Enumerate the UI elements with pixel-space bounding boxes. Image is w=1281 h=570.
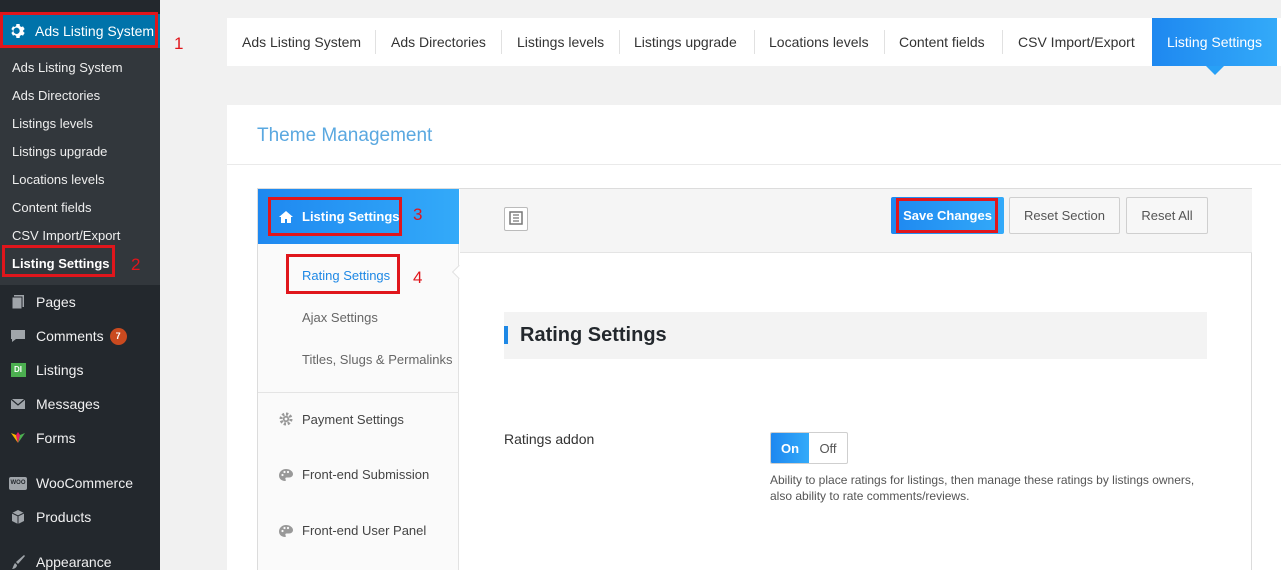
tab-locations-levels[interactable]: Locations levels [769, 18, 869, 66]
submenu-content-fields[interactable]: Content fields [12, 200, 92, 215]
menu-woocommerce-label: WooCommerce [36, 475, 133, 491]
tab-separator [754, 30, 755, 54]
tab-separator [1002, 30, 1003, 54]
layout-icon [509, 210, 523, 228]
woocommerce-icon: WOO [9, 474, 27, 492]
menu-comments-label: Comments [36, 328, 104, 344]
envelope-icon [9, 395, 27, 413]
nav-titles-slugs-permalinks[interactable]: Titles, Slugs & Permalinks [302, 352, 453, 367]
submenu-ads-listing-system[interactable]: Ads Listing System [12, 60, 123, 75]
page-title: Theme Management [257, 125, 433, 146]
tab-separator [619, 30, 620, 54]
tab-ads-directories[interactable]: Ads Directories [391, 18, 486, 66]
tab-separator [884, 30, 885, 54]
woocommerce-icon-text: WOO [9, 476, 27, 490]
nav-divider [258, 392, 459, 393]
palette-icon [278, 524, 294, 538]
admin-sidebar: Ads Listing System Ads Listing System Ad… [0, 0, 160, 570]
forms-icon [9, 429, 27, 447]
submenu-locations-levels[interactable]: Locations levels [12, 172, 105, 187]
gear-icon [278, 411, 294, 427]
active-tab-caret [1206, 66, 1224, 75]
annotation-box-4 [286, 254, 400, 294]
box-icon [9, 508, 27, 526]
menu-appearance-label: Appearance [36, 554, 112, 570]
annotation-number-1: 1 [174, 34, 184, 53]
menu-listings-label: Listings [36, 362, 84, 378]
tab-csv-import-export[interactable]: CSV Import/Export [1018, 18, 1135, 66]
settings-tab-bar: Ads Listing System Ads Directories Listi… [227, 18, 1281, 75]
menu-messages[interactable]: Messages [0, 387, 160, 421]
menu-pages[interactable]: Pages [0, 285, 160, 319]
settings-left-nav: Listing Settings Rating Settings Ajax Se… [258, 189, 459, 570]
pages-icon [9, 293, 27, 311]
directory-listings-icon-text: DI [10, 363, 26, 377]
nav-front-end-user-panel-label: Front-end User Panel [302, 523, 427, 538]
directory-listings-icon: DI [9, 361, 27, 379]
annotation-box-1 [0, 12, 158, 48]
tab-content-fields[interactable]: Content fields [899, 18, 985, 66]
menu-products-label: Products [36, 509, 92, 525]
submenu-ads-directories[interactable]: Ads Directories [12, 88, 100, 103]
nav-payment-settings[interactable]: Payment Settings [278, 411, 404, 427]
nav-ajax-settings[interactable]: Ajax Settings [302, 310, 378, 325]
palette-icon [278, 468, 294, 482]
menu-forms[interactable]: Forms [0, 421, 160, 455]
tab-separator [375, 30, 376, 54]
expand-options-button[interactable] [504, 207, 528, 231]
section-title: Rating Settings [520, 324, 667, 346]
menu-forms-label: Forms [36, 430, 76, 446]
nav-payment-settings-label: Payment Settings [302, 411, 404, 427]
title-divider [227, 164, 1281, 165]
annotation-box-2 [2, 245, 115, 277]
tab-listings-levels[interactable]: Listings levels [517, 18, 604, 66]
toggle-off-option[interactable]: Off [809, 433, 847, 463]
submenu-csv-import-export[interactable]: CSV Import/Export [12, 228, 120, 243]
paintbrush-icon [9, 553, 27, 570]
annotation-number-2: 2 [131, 255, 141, 274]
reset-section-button[interactable]: Reset Section [1009, 197, 1120, 234]
ratings-addon-description: Ability to place ratings for listings, t… [770, 473, 1195, 503]
settings-toolbar: Save Changes Reset Section Reset All [460, 189, 1252, 253]
annotation-box-3 [268, 197, 402, 236]
menu-appearance[interactable]: Appearance [0, 545, 160, 570]
ratings-addon-toggle[interactable]: On Off [770, 432, 848, 464]
menu-woocommerce[interactable]: WOO WooCommerce [0, 466, 160, 500]
annotation-box-save [896, 198, 998, 233]
ratings-addon-label: Ratings addon [504, 431, 595, 447]
tab-listing-settings[interactable]: Listing Settings [1152, 18, 1277, 66]
menu-pages-label: Pages [36, 294, 76, 310]
annotation-number-4: 4 [413, 268, 423, 287]
tab-listings-upgrade[interactable]: Listings upgrade [634, 18, 737, 66]
section-accent-bar [504, 326, 508, 344]
toggle-on-option[interactable]: On [771, 433, 809, 463]
nav-front-end-submission[interactable]: Front-end Submission [278, 467, 429, 482]
nav-front-end-user-panel[interactable]: Front-end User Panel [278, 523, 426, 538]
reset-all-button[interactable]: Reset All [1126, 197, 1208, 234]
section-header: Rating Settings [504, 312, 1207, 359]
comments-count-badge: 7 [109, 327, 127, 345]
tab-separator [501, 30, 502, 54]
menu-products[interactable]: Products [0, 500, 160, 534]
tab-ads-listing-system[interactable]: Ads Listing System [242, 18, 361, 66]
annotation-number-3: 3 [413, 205, 423, 224]
menu-comments[interactable]: Comments 7 [0, 319, 160, 353]
nav-front-end-submission-label: Front-end Submission [302, 467, 430, 482]
submenu-listings-levels[interactable]: Listings levels [12, 116, 93, 131]
menu-messages-label: Messages [36, 396, 100, 412]
comment-bubble-icon [9, 327, 27, 345]
menu-listings[interactable]: DI Listings [0, 353, 160, 387]
submenu-listings-upgrade[interactable]: Listings upgrade [12, 144, 107, 159]
settings-panel: Listing Settings Rating Settings Ajax Se… [257, 188, 1252, 570]
